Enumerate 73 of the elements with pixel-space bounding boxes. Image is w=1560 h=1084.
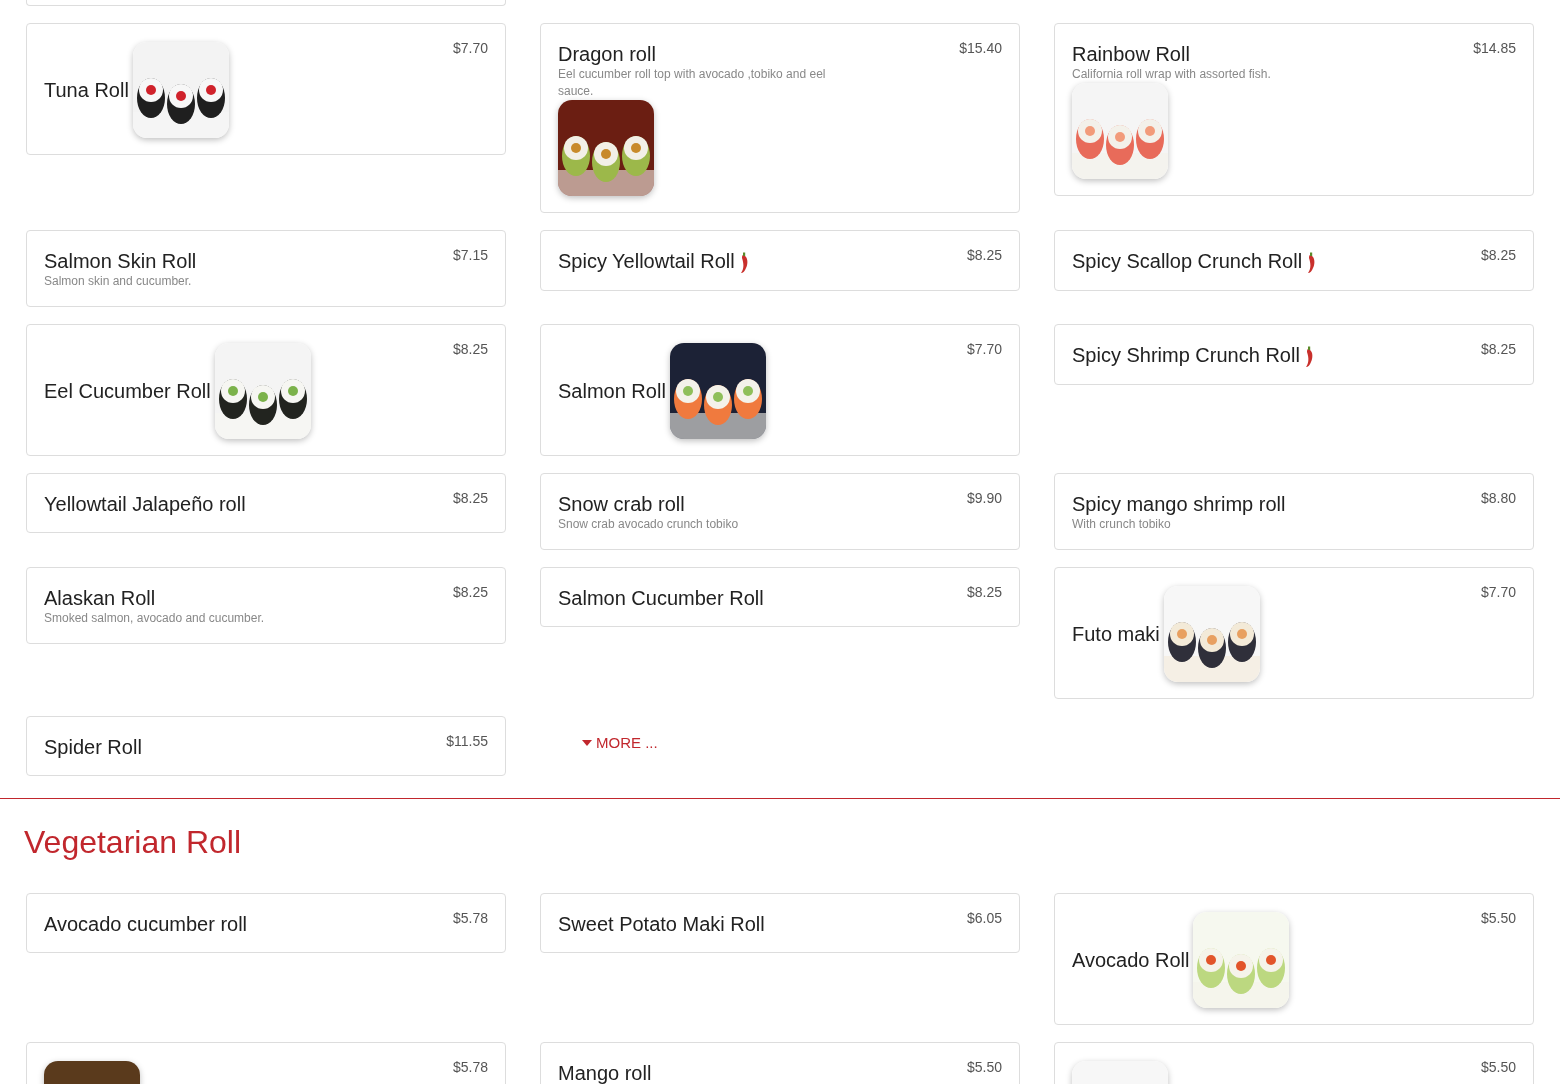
item-price: $8.25 xyxy=(452,340,488,359)
menu-item-card[interactable]: $5.78 xyxy=(26,1042,506,1084)
menu-item-card[interactable]: $5.50 xyxy=(1054,1042,1534,1084)
menu-item-card[interactable]: Avocado cucumber roll $5.78 xyxy=(26,893,506,953)
item-name: Salmon Roll xyxy=(558,380,666,402)
item-name: Spicy mango shrimp roll xyxy=(1072,493,1286,515)
menu-item-card[interactable]: Spicy Shrimp Crunch Roll $8.25 xyxy=(1054,324,1534,385)
item-name: Tuna Roll xyxy=(44,79,129,101)
item-price: $8.25 xyxy=(1480,246,1516,265)
menu-item-card[interactable]: Futo maki $7.70 xyxy=(1054,567,1534,699)
menu-item-card[interactable]: Salmon Roll $7.70 xyxy=(540,324,1020,456)
item-name: Alaskan Roll xyxy=(44,587,156,609)
item-price: $7.70 xyxy=(452,39,488,58)
menu-item-card[interactable]: Avocado Roll $5.50 xyxy=(1054,893,1534,1025)
item-name: Futo maki xyxy=(1072,623,1160,645)
item-price: $8.80 xyxy=(1480,489,1516,508)
menu-item-card[interactable]: Rainbow Roll California roll wrap with assorted fish. $14.85 xyxy=(1054,23,1534,196)
item-description: Salmon skin and cucumber. xyxy=(44,273,193,290)
item-price: $5.50 xyxy=(1480,909,1516,928)
item-price: $15.40 xyxy=(959,39,1002,58)
menu-item-card[interactable]: Dragon roll Eel cucumber roll top with avocado ,tobiko and eel sauce. $15.40 xyxy=(540,23,1020,213)
menu-item-card[interactable]: Salmon Cucumber Roll $8.25 xyxy=(540,567,1020,627)
menu-item-card[interactable]: Spicy Scallop Crunch Roll $8.25 xyxy=(1054,230,1534,291)
more-button[interactable]: MORE ... xyxy=(582,732,658,755)
caret-icon xyxy=(582,740,592,747)
item-name: Spicy Shrimp Crunch Roll xyxy=(1072,344,1300,366)
section-heading: Vegetarian Roll xyxy=(24,823,243,861)
item-price: $7.70 xyxy=(966,340,1002,359)
item-name: Rainbow Roll xyxy=(1072,43,1190,65)
item-name: Spider Roll xyxy=(44,736,142,758)
item-name: Spicy Yellowtail Roll xyxy=(558,250,735,272)
item-name: Yellowtail Jalapeño roll xyxy=(44,493,246,515)
item-name: Dragon roll xyxy=(558,43,656,65)
item-price: $5.78 xyxy=(452,909,488,928)
menu-item-card[interactable]: Spicy Yellowtail Roll $8.25 xyxy=(540,230,1020,291)
item-price: $8.25 xyxy=(966,246,1002,265)
item-description: California roll wrap with assorted fish. xyxy=(1072,66,1272,83)
item-description: With crunch tobiko xyxy=(1072,516,1172,533)
item-price: $7.70 xyxy=(1480,583,1516,602)
item-name: Sweet Potato Maki Roll xyxy=(558,913,765,935)
item-price: $8.25 xyxy=(966,583,1002,602)
menu-item-card[interactable]: Salmon Skin Roll Salmon skin and cucumber. $7.15 xyxy=(26,230,506,307)
item-price: $5.50 xyxy=(966,1058,1002,1077)
item-name: Spicy Scallop Crunch Roll xyxy=(1072,250,1303,272)
menu-item-card[interactable]: Yellowtail Jalapeño roll $8.25 xyxy=(26,473,506,533)
menu-item-card[interactable]: Sweet Potato Maki Roll $6.05 xyxy=(540,893,1020,953)
item-price: $8.25 xyxy=(452,583,488,602)
item-price: $6.05 xyxy=(966,909,1002,928)
item-description: Eel cucumber roll top with avocado ,tobiko and eel sauce. xyxy=(558,66,827,100)
menu-item-card[interactable]: Eel Cucumber Roll $8.25 xyxy=(26,324,506,456)
item-price: $5.78 xyxy=(452,1058,488,1077)
menu-item-card[interactable]: Alaskan Roll Smoked salmon, avocado and cucumber. $8.25 xyxy=(26,567,506,644)
item-price: $14.85 xyxy=(1473,39,1516,58)
item-name: Snow crab roll xyxy=(558,493,685,515)
item-name: Mango roll xyxy=(558,1062,652,1084)
menu-item-card[interactable]: Mango roll $5.50 xyxy=(540,1042,1020,1084)
item-price: $5.50 xyxy=(1480,1058,1516,1077)
item-name: Avocado cucumber roll xyxy=(44,913,248,935)
menu-item-card[interactable]: Spicy mango shrimp roll With crunch tobiko $8.80 xyxy=(1054,473,1534,550)
item-name: Eel Cucumber Roll xyxy=(44,380,211,402)
item-price: $7.15 xyxy=(452,246,488,265)
item-description: Smoked salmon, avocado and cucumber. xyxy=(44,610,266,627)
item-name: Salmon Skin Roll xyxy=(44,250,197,272)
menu-item-card[interactable]: Snow crab roll Snow crab avocado crunch tobiko $9.90 xyxy=(540,473,1020,550)
item-description: Snow crab avocado crunch tobiko xyxy=(558,516,740,533)
item-price: $9.90 xyxy=(966,489,1002,508)
item-price: $8.25 xyxy=(1480,340,1516,359)
menu-item-card[interactable]: Spider Roll $11.55 xyxy=(26,716,506,776)
item-price: $11.55 xyxy=(446,732,488,751)
item-name: Salmon Cucumber Roll xyxy=(558,587,764,609)
menu-item-card[interactable]: Tuna Roll $7.70 xyxy=(26,23,506,155)
item-price: $8.25 xyxy=(452,489,488,508)
item-name: Avocado Roll xyxy=(1072,949,1190,971)
